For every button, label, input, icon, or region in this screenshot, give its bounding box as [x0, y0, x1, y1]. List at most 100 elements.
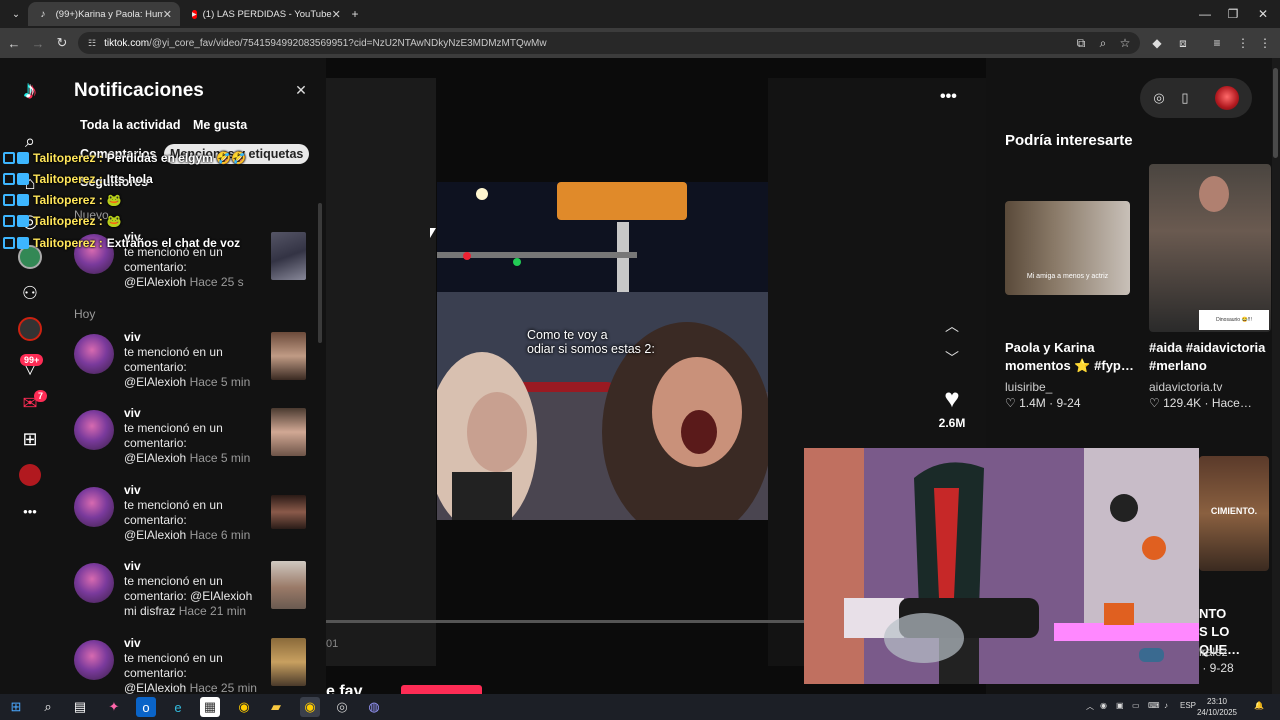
file-explorer-icon[interactable]: ▰ [266, 697, 286, 717]
youtube-icon: ▶ [192, 9, 197, 19]
tray-app-icon[interactable]: ◉ [1100, 701, 1107, 710]
video-frame[interactable]: Como te voy a odiar si somos estas 2: [437, 182, 768, 520]
media-control-icon[interactable]: ≡ [1208, 33, 1226, 53]
next-video-button[interactable]: ﹀ [940, 346, 964, 370]
filter-likes[interactable]: Me gusta [187, 115, 253, 135]
profile-avatar[interactable] [1215, 86, 1239, 110]
chat-badge-icon [17, 237, 29, 249]
avatar[interactable] [74, 563, 114, 603]
thumbnail-overlay-text: Mi amiga a menos y actriz [1026, 273, 1109, 280]
notification-user[interactable]: viv [124, 559, 141, 573]
like-heart-icon[interactable]: ♥ [934, 380, 970, 416]
notification-item[interactable]: viv te mencionó en un comentario: @ElAle… [74, 330, 308, 400]
scrollbar-thumb[interactable] [1273, 68, 1278, 158]
filter-all-activity[interactable]: Toda la actividad [74, 115, 187, 135]
back-icon[interactable]: ← [4, 33, 24, 53]
close-window-button[interactable]: ✕ [1248, 0, 1278, 28]
windows-start-icon[interactable]: ⊞ [6, 697, 26, 717]
avatar[interactable] [74, 410, 114, 450]
close-tab-icon[interactable]: ✕ [163, 8, 172, 21]
notification-user[interactable]: viv [124, 406, 141, 420]
tiktok-logo-icon[interactable]: ♪ [14, 76, 46, 106]
page-scrollbar[interactable] [1272, 58, 1280, 694]
recommendation-thumbnail[interactable]: CIMIENTO. [1199, 456, 1269, 571]
bookmark-star-icon[interactable]: ☆ [1116, 33, 1134, 53]
minimize-button[interactable]: — [1190, 0, 1220, 28]
forward-icon[interactable]: → [28, 33, 48, 53]
tab-tiktok[interactable]: ♪ (99+)Karina y Paola: Humor y P… ✕ [28, 2, 180, 26]
notification-user[interactable]: viv [124, 483, 141, 497]
more-options-button[interactable]: ••• [940, 88, 957, 106]
more-icon[interactable]: ••• [14, 496, 46, 526]
video-thumbnail[interactable] [271, 638, 306, 686]
app-icon[interactable]: ◍ [364, 697, 384, 717]
device-icon[interactable]: ▯ [1176, 89, 1194, 107]
notifications-scrollbar[interactable] [318, 203, 322, 343]
task-view-icon[interactable]: ▤ [70, 697, 90, 717]
network-icon[interactable]: ⌨ [1148, 701, 1160, 710]
recommendation-thumbnail[interactable]: Mi amiga a menos y actriz [1005, 201, 1130, 295]
previous-video-button[interactable]: ︿ [940, 314, 964, 338]
tray-app-icon[interactable]: ▭ [1132, 701, 1140, 710]
extensions-puzzle-icon[interactable]: ⧈ [1174, 33, 1192, 53]
language-indicator[interactable]: ESP [1180, 701, 1196, 710]
upload-icon[interactable]: ⊞ [14, 424, 46, 454]
close-notifications-button[interactable]: ✕ [290, 79, 312, 101]
outlook-icon[interactable]: o [136, 697, 156, 717]
recommendation-author[interactable]: aidavictoria.tv [1149, 380, 1222, 394]
video-thumbnail[interactable] [271, 232, 306, 280]
recommendation-thumbnail[interactable]: Dinosaurio 😂!!! [1149, 164, 1271, 332]
notification-text: te mencionó en un comentario: @ElAlexioh… [124, 651, 257, 694]
recommendation-author[interactable]: iralez [1199, 645, 1228, 659]
zoom-icon[interactable]: ⌕ [1094, 33, 1112, 53]
chat-badge-icon [17, 152, 29, 164]
notification-bell-icon[interactable]: 🔔 [1254, 701, 1264, 710]
tab-list-button[interactable]: ⌄ [4, 2, 26, 26]
notification-user[interactable]: viv [124, 330, 141, 344]
tab-youtube[interactable]: ▶ (1) LAS PERDIDAS - YouTube ✕ [184, 2, 341, 26]
avatar[interactable] [74, 334, 114, 374]
store-icon[interactable]: ▦ [200, 697, 220, 717]
install-app-icon[interactable]: ⧉ [1072, 33, 1090, 53]
video-thumbnail[interactable] [271, 332, 306, 380]
volume-icon[interactable]: ♪ [1164, 701, 1168, 710]
chrome-active-icon[interactable]: ◉ [300, 697, 320, 717]
notification-item[interactable]: viv te mencionó en un comentario: @ElAle… [74, 559, 308, 629]
tray-chevron-icon[interactable]: ︿ [1086, 701, 1094, 712]
copilot-icon[interactable]: ✦ [104, 697, 124, 717]
video-progress-bar[interactable] [326, 620, 806, 623]
video-thumbnail[interactable] [271, 408, 306, 456]
profile-menu-icon[interactable]: ⋮ [1234, 33, 1252, 53]
extension-diamond-icon[interactable]: ◆ [1148, 33, 1166, 53]
friends-icon[interactable]: ⚇ [14, 278, 46, 308]
live-icon[interactable] [14, 314, 46, 344]
reload-icon[interactable]: ↻ [52, 33, 72, 53]
coins-icon[interactable]: ◎ [1150, 89, 1168, 107]
heart-outline-icon: ♡ [1149, 396, 1160, 410]
notification-user[interactable]: viv [124, 636, 141, 650]
notification-text: te mencionó en un comentario: @ElAlexioh… [124, 498, 251, 542]
recommendation-author[interactable]: luisiribe_ [1005, 380, 1052, 394]
tray-app-icon[interactable]: ▣ [1116, 701, 1124, 710]
video-thumbnail[interactable] [271, 495, 306, 529]
new-tab-button[interactable]: + [340, 0, 370, 28]
video-thumbnail[interactable] [271, 561, 306, 609]
clock[interactable]: 23:10 24/10/2025 [1196, 696, 1238, 718]
recommendation-caption[interactable]: #aida #aidavictoria #merlano [1149, 339, 1271, 375]
url-input[interactable]: ☷ tiktok.com /@yi_core_fav/video/7541594… [78, 32, 1140, 54]
avatar[interactable] [74, 487, 114, 527]
chrome-menu-icon[interactable]: ⋮ [1256, 33, 1274, 53]
notification-item[interactable]: viv te mencionó en un comentario: @ElAle… [74, 483, 308, 553]
recommendation-caption[interactable]: Paola y Karina momentos ⭐ #fyp… [1005, 339, 1135, 375]
edge-icon[interactable]: e [168, 697, 188, 717]
notification-item[interactable]: viv te mencionó en un comentario: @ElAle… [74, 406, 308, 476]
webcam-scene [804, 448, 1199, 684]
search-icon[interactable]: ⌕ [38, 697, 58, 717]
avatar[interactable] [74, 640, 114, 680]
obs-icon[interactable]: ◎ [332, 697, 352, 717]
notification-item[interactable]: viv te mencionó en un comentario: @ElAle… [74, 636, 308, 694]
site-info-icon[interactable]: ☷ [88, 38, 96, 49]
maximize-button[interactable]: ❐ [1218, 0, 1248, 28]
chrome-icon[interactable]: ◉ [234, 697, 254, 717]
profile-avatar-icon[interactable] [14, 460, 46, 490]
